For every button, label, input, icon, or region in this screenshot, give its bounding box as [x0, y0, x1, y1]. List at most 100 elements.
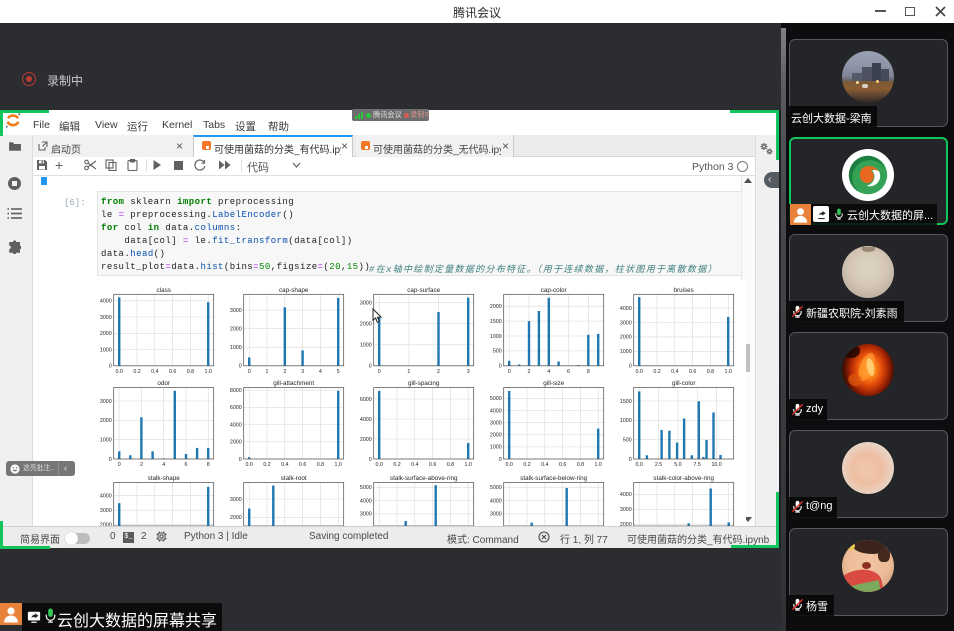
- svg-text:0: 0: [508, 369, 511, 375]
- svg-text:0.4: 0.4: [281, 462, 288, 468]
- svg-text:0.0: 0.0: [506, 462, 513, 468]
- svg-text:0.2: 0.2: [523, 462, 530, 468]
- svg-text:0: 0: [239, 364, 242, 370]
- svg-text:0.8: 0.8: [707, 369, 714, 375]
- svg-text:3: 3: [467, 369, 470, 375]
- svg-text:gill-color: gill-color: [672, 380, 695, 387]
- svg-text:0.6: 0.6: [689, 369, 696, 375]
- svg-text:2000: 2000: [620, 522, 632, 526]
- svg-text:5000: 5000: [490, 396, 502, 402]
- svg-text:0.6: 0.6: [169, 369, 176, 375]
- svg-text:1000: 1000: [100, 438, 112, 444]
- svg-text:2000: 2000: [230, 440, 242, 446]
- svg-text:2000: 2000: [490, 433, 502, 439]
- svg-text:10.0: 10.0: [711, 462, 721, 468]
- svg-text:2000: 2000: [360, 437, 372, 443]
- svg-text:0.2: 0.2: [653, 369, 660, 375]
- svg-text:3000: 3000: [100, 315, 112, 321]
- svg-text:0.6: 0.6: [299, 462, 306, 468]
- svg-text:1000: 1000: [620, 418, 632, 424]
- svg-text:odor: odor: [157, 380, 170, 387]
- svg-text:4000: 4000: [360, 417, 372, 423]
- svg-text:2000: 2000: [230, 327, 242, 333]
- svg-text:0.0: 0.0: [376, 462, 383, 468]
- svg-text:stalk-surface-below-ring: stalk-surface-below-ring: [520, 475, 587, 482]
- svg-text:0.2: 0.2: [133, 369, 140, 375]
- svg-text:2000: 2000: [230, 515, 242, 521]
- svg-text:0.4: 0.4: [411, 462, 418, 468]
- svg-text:0: 0: [378, 369, 381, 375]
- svg-text:1000: 1000: [230, 345, 242, 351]
- svg-text:3000: 3000: [100, 508, 112, 514]
- svg-text:6000: 6000: [360, 397, 372, 403]
- svg-text:1.0: 1.0: [205, 369, 212, 375]
- svg-text:3000: 3000: [230, 497, 242, 503]
- svg-text:5000: 5000: [490, 485, 502, 491]
- svg-text:1500: 1500: [620, 399, 632, 405]
- svg-text:8000: 8000: [230, 388, 242, 394]
- svg-text:1: 1: [407, 369, 410, 375]
- svg-text:500: 500: [623, 438, 632, 444]
- svg-text:0.6: 0.6: [429, 462, 436, 468]
- svg-text:1000: 1000: [100, 347, 112, 353]
- svg-text:1.0: 1.0: [725, 369, 732, 375]
- svg-text:4000: 4000: [360, 498, 372, 504]
- svg-text:cap-shape: cap-shape: [279, 287, 309, 294]
- svg-text:0: 0: [239, 457, 242, 463]
- svg-text:3000: 3000: [100, 399, 112, 405]
- svg-text:0.4: 0.4: [541, 462, 548, 468]
- svg-text:2000: 2000: [100, 331, 112, 337]
- svg-text:6: 6: [567, 369, 570, 375]
- svg-text:4000: 4000: [100, 493, 112, 499]
- svg-text:3000: 3000: [490, 420, 502, 426]
- svg-text:0: 0: [369, 457, 372, 463]
- svg-text:2: 2: [140, 462, 143, 468]
- svg-text:1.0: 1.0: [465, 462, 472, 468]
- svg-text:4000: 4000: [620, 306, 632, 312]
- svg-text:3000: 3000: [620, 320, 632, 326]
- svg-text:3: 3: [301, 369, 304, 375]
- svg-text:3000: 3000: [490, 512, 502, 518]
- svg-text:0.6: 0.6: [559, 462, 566, 468]
- svg-text:stalk-shape: stalk-shape: [148, 475, 181, 482]
- svg-text:2000: 2000: [620, 335, 632, 341]
- svg-text:2.5: 2.5: [655, 462, 662, 468]
- svg-text:0: 0: [109, 364, 112, 370]
- svg-text:2000: 2000: [360, 322, 372, 328]
- svg-text:4: 4: [547, 369, 550, 375]
- svg-text:stalk-surface-above-ring: stalk-surface-above-ring: [390, 475, 458, 482]
- svg-text:1.0: 1.0: [335, 462, 342, 468]
- svg-text:0.8: 0.8: [317, 462, 324, 468]
- svg-text:0.0: 0.0: [116, 369, 123, 375]
- svg-text:1000: 1000: [620, 349, 632, 355]
- svg-text:0.8: 0.8: [577, 462, 584, 468]
- svg-text:2000: 2000: [100, 523, 112, 526]
- svg-text:3000: 3000: [620, 507, 632, 513]
- svg-text:4000: 4000: [490, 408, 502, 414]
- svg-text:8: 8: [587, 369, 590, 375]
- svg-text:2: 2: [437, 369, 440, 375]
- svg-text:4000: 4000: [230, 422, 242, 428]
- svg-text:0: 0: [248, 369, 251, 375]
- svg-text:6000: 6000: [230, 405, 242, 411]
- svg-text:gill-size: gill-size: [543, 380, 564, 387]
- svg-text:class: class: [157, 287, 171, 294]
- svg-text:0.0: 0.0: [636, 462, 643, 468]
- svg-text:stalk-root: stalk-root: [281, 475, 307, 482]
- svg-text:cap-surface: cap-surface: [407, 287, 440, 294]
- svg-text:1.0: 1.0: [595, 462, 602, 468]
- svg-text:0.4: 0.4: [671, 369, 678, 375]
- svg-text:gill-spacing: gill-spacing: [408, 380, 440, 387]
- svg-text:5.0: 5.0: [674, 462, 681, 468]
- svg-text:1: 1: [266, 369, 269, 375]
- svg-text:2: 2: [528, 369, 531, 375]
- svg-text:cap-color: cap-color: [541, 287, 567, 294]
- svg-text:1000: 1000: [490, 334, 502, 340]
- svg-text:1000: 1000: [360, 343, 372, 349]
- svg-text:0.0: 0.0: [246, 462, 253, 468]
- svg-text:4000: 4000: [100, 299, 112, 305]
- svg-text:0.4: 0.4: [151, 369, 158, 375]
- svg-text:4000: 4000: [490, 498, 502, 504]
- svg-text:2000: 2000: [490, 304, 502, 310]
- svg-text:0.0: 0.0: [636, 369, 643, 375]
